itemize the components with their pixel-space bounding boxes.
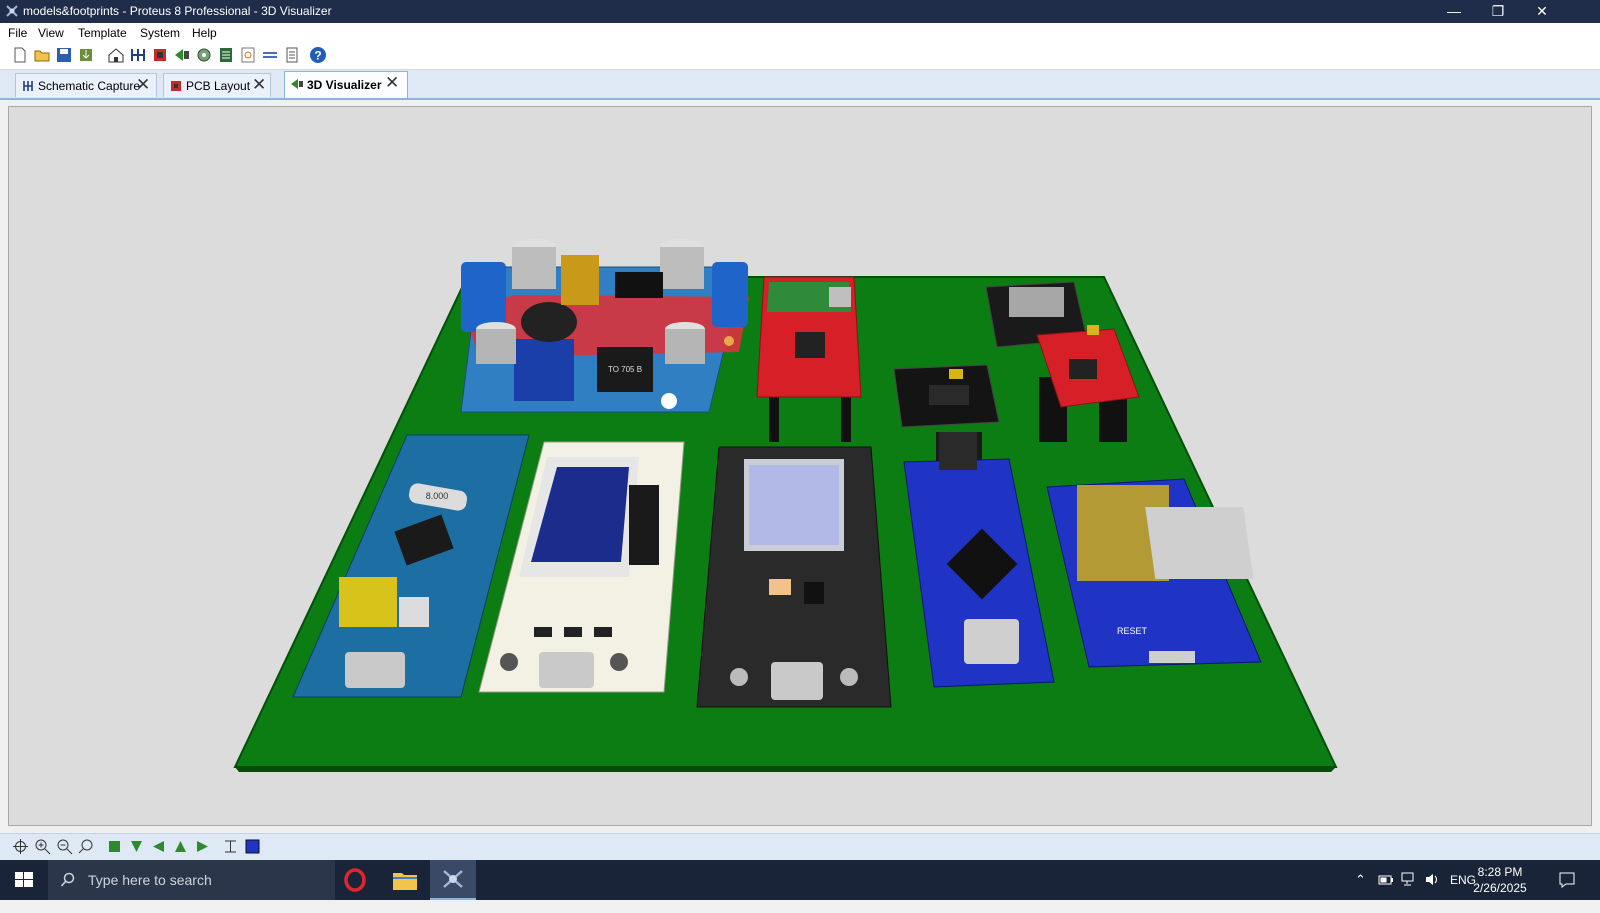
tab-label: PCB Layout (186, 79, 251, 93)
search-placeholder: Type here to search (88, 872, 212, 888)
window-title: models&footprints - Proteus 8 Profession… (23, 4, 332, 18)
close-tab-icon[interactable]: ✕ (252, 76, 266, 94)
restore-button[interactable]: ❐ (1476, 0, 1520, 23)
network-icon[interactable] (1401, 872, 1418, 887)
esp32-devkit (696, 446, 892, 708)
opera-icon[interactable] (343, 868, 367, 892)
view-right-icon[interactable] (194, 838, 211, 855)
svg-text:?: ? (314, 49, 321, 63)
3d-visualizer-icon[interactable] (173, 46, 191, 64)
bom-icon[interactable] (217, 46, 235, 64)
volume-icon[interactable] (1424, 872, 1441, 887)
menu-view[interactable]: View (38, 26, 64, 40)
height-icon[interactable] (222, 838, 239, 855)
minimize-button[interactable]: — (1432, 0, 1476, 23)
windows-start-icon[interactable] (0, 860, 48, 900)
view-left-icon[interactable] (150, 838, 167, 855)
zoom-extents-icon[interactable] (78, 838, 95, 855)
reset-label: RESET (1117, 626, 1148, 636)
menu-template[interactable]: Template (78, 26, 127, 40)
document-tabs: Schematic Capture ✕ PCB Layout ✕ 3D Visu… (0, 70, 1600, 100)
view-toolbar (0, 833, 1600, 860)
taskbar-search[interactable]: Type here to search (48, 860, 335, 900)
home-icon[interactable] (107, 46, 125, 64)
windows-taskbar: Type here to search ⌃ ENG 8:28 PM 2/26/2… (0, 860, 1600, 900)
file-explorer-icon[interactable] (392, 869, 418, 891)
proteus-taskbar-button[interactable] (430, 860, 476, 900)
crystal-label: 8.000 (426, 491, 449, 501)
netlist-icon[interactable] (261, 46, 279, 64)
tab-label: 3D Visualizer (307, 78, 382, 92)
main-toolbar: ? (0, 43, 1600, 70)
minimize-icon: — (1447, 3, 1461, 19)
gerber-icon[interactable] (195, 46, 213, 64)
proteus-app-icon (6, 5, 18, 17)
close-tab-icon[interactable]: ✕ (385, 74, 399, 92)
zoom-out-icon[interactable] (56, 838, 73, 855)
menu-system[interactable]: System (140, 26, 180, 40)
open-file-icon[interactable] (33, 46, 51, 64)
close-icon: ✕ (1536, 3, 1548, 19)
view-top-icon[interactable] (106, 838, 123, 855)
title-bar: models&footprints - Proteus 8 Profession… (0, 0, 1600, 23)
save-icon[interactable] (55, 46, 73, 64)
3d-visualizer-icon (291, 79, 303, 89)
tab-3d-visualizer[interactable]: 3D Visualizer ✕ (284, 71, 408, 98)
schematic-icon (23, 81, 33, 91)
pcb-icon[interactable] (151, 46, 169, 64)
tab-pcb-layout[interactable]: PCB Layout ✕ (163, 73, 271, 97)
3d-viewport[interactable]: TO 705 B 8.000 RESET (8, 106, 1592, 826)
3d-scene: TO 705 B 8.000 RESET (233, 239, 1338, 772)
buck-chip-label: TO 705 B (608, 365, 642, 374)
menu-help[interactable]: Help (192, 26, 217, 40)
pan-icon[interactable] (12, 838, 29, 855)
tab-label: Schematic Capture (38, 79, 141, 93)
clock-time: 8:28 PM (1477, 865, 1523, 879)
show-hidden-icons-icon[interactable]: ⌃ (1355, 872, 1366, 912)
zoom-in-icon[interactable] (34, 838, 51, 855)
menu-file[interactable]: File (8, 26, 27, 40)
design-explorer-icon[interactable] (239, 46, 257, 64)
schematic-icon[interactable] (129, 46, 147, 64)
help-icon[interactable]: ? (309, 46, 327, 64)
dc-dc-buck-converter: TO 705 B (460, 239, 749, 413)
view-back-icon[interactable] (172, 838, 189, 855)
new-file-icon[interactable] (11, 46, 29, 64)
restore-icon: ❐ (1491, 3, 1505, 19)
close-tab-icon[interactable]: ✕ (136, 76, 150, 94)
search-icon (60, 872, 75, 887)
notes-icon[interactable] (283, 46, 301, 64)
proteus-icon (443, 870, 463, 888)
import-icon[interactable] (77, 46, 95, 64)
clock-date: 2/26/2025 (1473, 881, 1527, 895)
tab-schematic-capture[interactable]: Schematic Capture ✕ (15, 73, 157, 97)
close-button[interactable]: ✕ (1520, 0, 1564, 23)
menu-bar: File View Template System Help (0, 23, 1600, 43)
view-front-icon[interactable] (128, 838, 145, 855)
layer-icon[interactable] (244, 838, 261, 855)
battery-icon[interactable] (1378, 874, 1394, 886)
action-center-icon[interactable] (1558, 871, 1576, 889)
pcb-icon (171, 81, 181, 91)
taskbar-clock[interactable]: 8:28 PM 2/26/2025 (1460, 864, 1540, 896)
